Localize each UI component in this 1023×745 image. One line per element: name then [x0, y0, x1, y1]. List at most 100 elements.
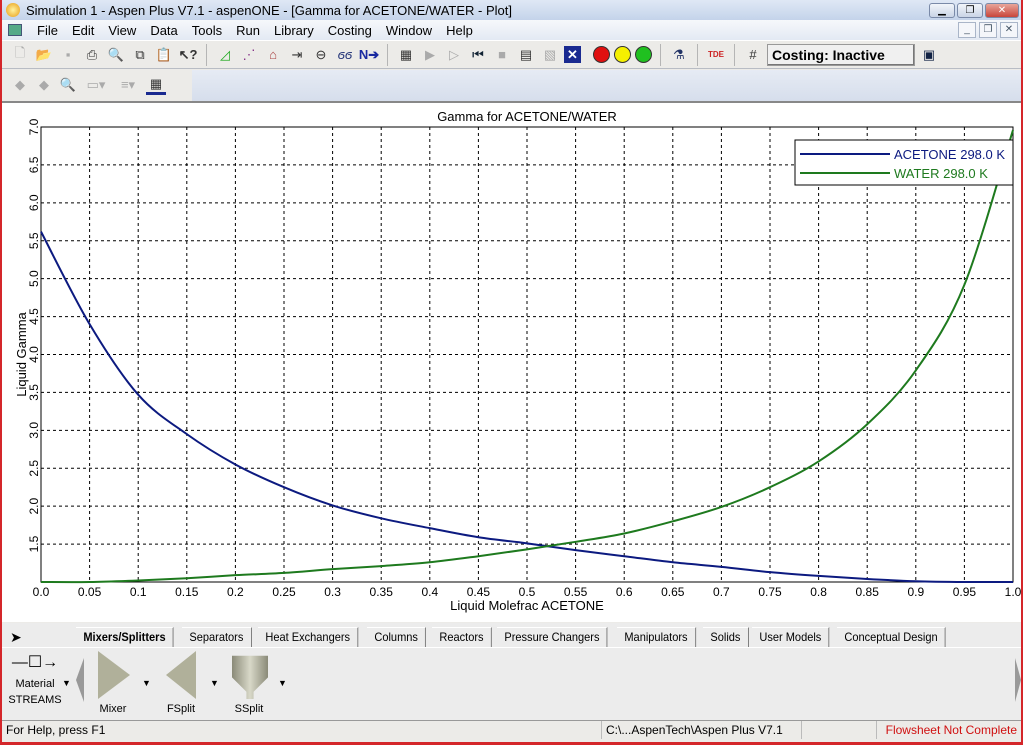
palette-tab[interactable]: Solids	[702, 627, 749, 647]
heater-icon[interactable]: ⊖	[311, 45, 331, 65]
palette-tab[interactable]: User Models	[752, 627, 830, 647]
back-icon[interactable]: ◆	[10, 75, 30, 95]
menu-file[interactable]: File	[30, 23, 65, 38]
fsplit-dropdown-icon[interactable]: ▼	[210, 678, 219, 688]
close-button[interactable]: ✕	[985, 2, 1019, 18]
flowsheet-icon[interactable]: ⋰	[239, 45, 259, 65]
open-icon[interactable]: 📂	[34, 45, 54, 65]
x-tick-label: 0.6	[616, 585, 633, 599]
window-title: Simulation 1 - Aspen Plus V7.1 - aspenON…	[26, 2, 512, 18]
x-tick-label: 0.05	[78, 585, 102, 599]
rewind-icon[interactable]: ⏮	[468, 45, 488, 65]
doc-minimize-button[interactable]: _	[958, 22, 976, 38]
x-tick-label: 0.3	[324, 585, 341, 599]
model-library-icon[interactable]: ⌂	[263, 45, 283, 65]
print-preview-icon[interactable]: 🔍	[106, 45, 126, 65]
palette-tab[interactable]: Manipulators	[616, 627, 696, 647]
close-x-icon[interactable]: ✕	[564, 46, 581, 63]
save-icon[interactable]: ▪	[58, 45, 78, 65]
x-tick-label: 0.55	[564, 585, 588, 599]
menu-tools[interactable]: Tools	[185, 23, 229, 38]
copy-icon[interactable]: ⧉	[130, 45, 150, 65]
forward-icon[interactable]: ◆	[34, 75, 54, 95]
glasses-icon[interactable]: ϭϭ	[335, 45, 355, 65]
palette-tab[interactable]: Separators	[182, 627, 253, 647]
plot-panel: 0.0 0.05 0.1 0.15 0.2 0.25 0.3 0.35 0.4 0.45 0.5 0.…	[2, 101, 1021, 622]
stop-icon[interactable]: ■	[492, 45, 512, 65]
toolbar-divider	[206, 43, 207, 66]
stream-icon[interactable]: ⇥	[287, 45, 307, 65]
palette-tab[interactable]: Heat Exchangers	[258, 627, 359, 647]
menu-edit[interactable]: Edit	[65, 23, 101, 38]
legend-label: ACETONE 298.0 K	[894, 147, 1005, 162]
palette-tab[interactable]: Reactors	[431, 627, 492, 647]
toolbar-divider	[387, 43, 388, 66]
toolbar-divider	[697, 43, 698, 66]
paste-icon[interactable]: 📋	[154, 45, 174, 65]
print-icon[interactable]: ⎙	[82, 45, 102, 65]
menu-costing[interactable]: Costing	[321, 23, 379, 38]
select-pointer-icon[interactable]: ➤	[10, 629, 22, 646]
x-tick-label: 0.75	[758, 585, 782, 599]
display-icon[interactable]: ▦	[146, 75, 166, 95]
streams-dropdown-icon[interactable]: ▼	[62, 678, 71, 688]
legend-label: WATER 298.0 K	[894, 166, 988, 181]
status-bar: For Help, press F1 C:\...AspenTech\Aspen…	[2, 720, 1021, 739]
palette-tabs: Mixers/Splitters Separators Heat Exchanger…	[76, 627, 955, 647]
menu-run[interactable]: Run	[229, 23, 267, 38]
document-icon[interactable]	[8, 24, 22, 36]
align-icon[interactable]: ≡▾	[114, 75, 142, 95]
x-axis-label: Liquid Molefrac ACETONE	[450, 598, 604, 613]
y-tick-label: 6.0	[27, 194, 41, 211]
app-icon[interactable]	[6, 3, 20, 17]
menu-window[interactable]: Window	[379, 23, 439, 38]
x-tick-label: 0.4	[421, 585, 438, 599]
help-pointer-icon[interactable]: ↖?	[178, 45, 198, 65]
ssplit-model[interactable]: SSplit	[224, 651, 274, 715]
red-light-icon[interactable]	[593, 46, 610, 63]
y-tick-label: 2.0	[27, 498, 41, 515]
ssplit-dropdown-icon[interactable]: ▼	[278, 678, 287, 688]
layout-icon[interactable]: ▭▾	[82, 75, 110, 95]
scroll-left-icon[interactable]	[76, 658, 84, 702]
minimize-button[interactable]: ▁	[929, 2, 955, 18]
status-help: For Help, press F1	[2, 721, 602, 739]
restore-button[interactable]: ❐	[957, 2, 983, 18]
flask-icon[interactable]: ⚗	[669, 45, 689, 65]
x-tick-label: 0.85	[856, 585, 880, 599]
grid-icon[interactable]: #	[743, 45, 763, 65]
palette-tab[interactable]: Conceptual Design	[836, 627, 946, 647]
nist-tde-icon[interactable]: TDE	[706, 45, 726, 65]
palette-tab[interactable]: Pressure Changers	[496, 627, 608, 647]
next-icon[interactable]: N➔	[359, 45, 379, 65]
fsplit-model[interactable]: FSplit	[164, 651, 198, 715]
material-streams-button[interactable]: —☐→ Material STREAMS	[6, 652, 64, 706]
mixer-icon	[98, 651, 130, 699]
mixer-dropdown-icon[interactable]: ▼	[142, 678, 151, 688]
zoom-icon[interactable]: 🔍	[58, 75, 78, 95]
menu-data[interactable]: Data	[143, 23, 184, 38]
data-browser-icon[interactable]: ◿	[215, 45, 235, 65]
ssplit-icon	[232, 655, 268, 699]
menu-library[interactable]: Library	[267, 23, 321, 38]
mixer-model[interactable]: Mixer	[94, 651, 132, 715]
costing-status-button[interactable]: Costing: Inactive	[767, 43, 915, 66]
new-icon[interactable]: 🗋	[10, 45, 30, 65]
reports-icon[interactable]: ▧	[540, 45, 560, 65]
control-panel-icon[interactable]: ▦	[396, 45, 416, 65]
green-light-icon[interactable]	[635, 46, 652, 63]
run-icon[interactable]: ▶	[420, 45, 440, 65]
step-icon[interactable]: ▷	[444, 45, 464, 65]
status-flowsheet: Flowsheet Not Complete	[885, 723, 1017, 737]
menu-help[interactable]: Help	[439, 23, 480, 38]
palette-tab[interactable]: Mixers/Splitters	[76, 627, 174, 647]
doc-close-button[interactable]: ✕	[1000, 22, 1018, 38]
economics-icon[interactable]: ▣	[919, 45, 939, 65]
model-palette: ➤ Mixers/Splitters Separators Heat Exchang…	[2, 623, 1021, 720]
yellow-light-icon[interactable]	[614, 46, 631, 63]
results-icon[interactable]: ▤	[516, 45, 536, 65]
palette-tab[interactable]: Columns	[367, 627, 427, 647]
menu-view[interactable]: View	[101, 23, 143, 38]
scroll-right-icon[interactable]	[1015, 658, 1021, 702]
doc-restore-button[interactable]: ❐	[979, 22, 997, 38]
